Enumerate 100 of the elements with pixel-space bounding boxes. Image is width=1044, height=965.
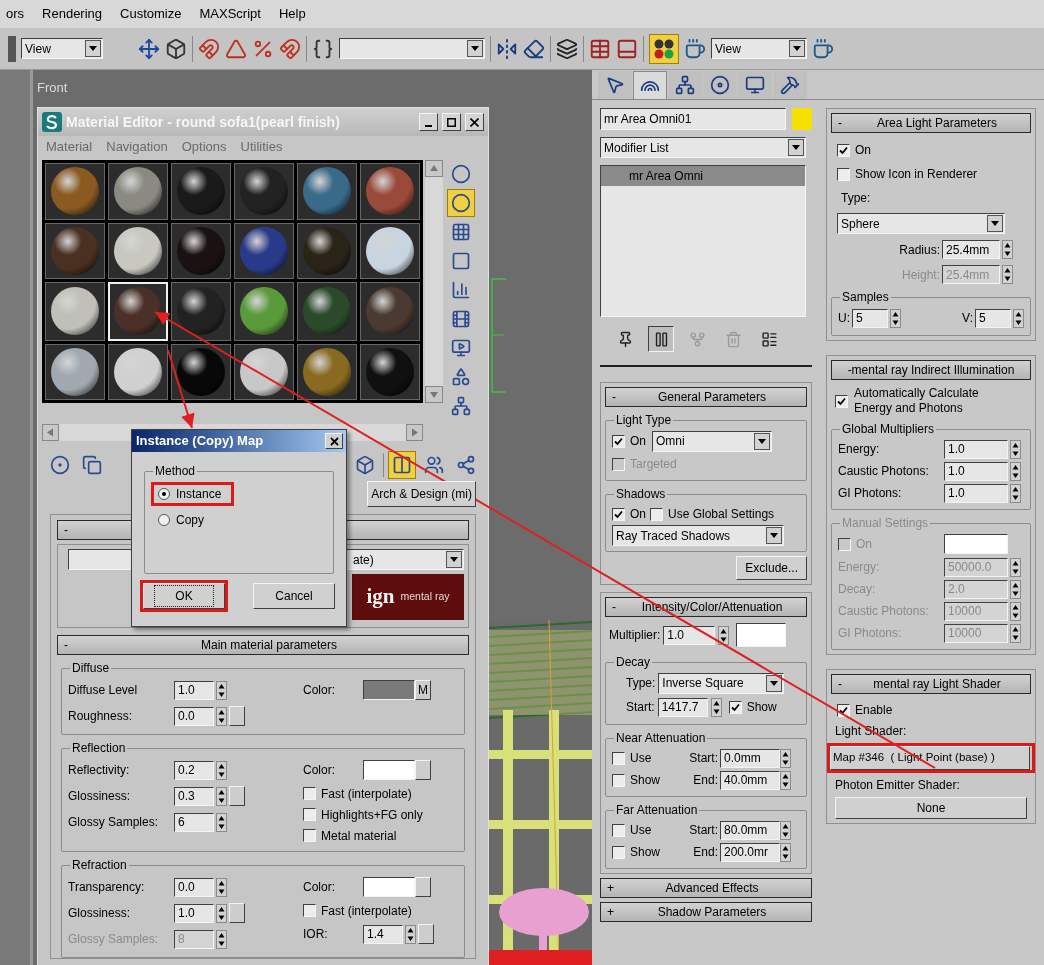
map-button[interactable]	[229, 706, 245, 726]
number-field[interactable]: 80.0mm	[720, 820, 780, 840]
scroll-left-icon[interactable]	[42, 424, 59, 441]
close-button[interactable]	[465, 113, 484, 131]
checkbox[interactable]	[650, 507, 663, 521]
checkbox[interactable]	[303, 787, 316, 800]
spinner[interactable]	[780, 748, 791, 768]
material-type-button[interactable]: Arch & Design (mi)	[367, 481, 476, 507]
map-button[interactable]	[415, 760, 431, 780]
checkbox[interactable]	[612, 751, 625, 765]
menu-item[interactable]: ors	[6, 4, 25, 24]
material-slot[interactable]	[297, 163, 357, 220]
checkbox[interactable]	[612, 845, 625, 859]
layers-icon[interactable]	[556, 37, 578, 60]
checkbox[interactable]	[303, 808, 316, 821]
material-slot[interactable]	[171, 222, 231, 279]
checkbox[interactable]	[728, 700, 742, 714]
spinner[interactable]	[216, 760, 227, 780]
name-field[interactable]: mr Area Omni01	[600, 108, 786, 130]
spinner[interactable]	[1010, 623, 1021, 643]
tool-button[interactable]	[447, 189, 475, 217]
material-editor-button[interactable]	[649, 33, 679, 64]
spinner[interactable]	[1002, 265, 1013, 284]
material-slot[interactable]	[234, 163, 294, 220]
panel-tab[interactable]	[703, 71, 737, 99]
number-field[interactable]: 25.4mm	[942, 240, 1000, 259]
material-slot[interactable]	[297, 282, 357, 341]
number-field[interactable]: 5	[852, 308, 888, 328]
spinner[interactable]	[1010, 557, 1021, 577]
material-slot[interactable]	[45, 282, 105, 341]
material-slot[interactable]	[108, 222, 168, 279]
material-slot[interactable]	[108, 343, 168, 400]
number-field[interactable]: 6	[174, 812, 214, 832]
mirror-icon[interactable]	[496, 37, 518, 60]
spinner[interactable]	[890, 308, 901, 328]
spinner[interactable]	[405, 924, 416, 944]
material-slot[interactable]	[360, 222, 420, 279]
material-slot[interactable]	[234, 222, 294, 279]
map-button[interactable]	[229, 903, 245, 923]
spinner[interactable]	[1010, 483, 1021, 503]
menu-item[interactable]: Help	[278, 4, 306, 24]
spinner[interactable]	[216, 680, 227, 700]
checkbox[interactable]	[303, 904, 316, 917]
dropdown[interactable]: View	[21, 38, 103, 59]
number-field[interactable]: 1.4	[363, 924, 403, 944]
dropdown[interactable]: Omni	[652, 430, 772, 452]
checkbox[interactable]	[612, 507, 625, 521]
number-field[interactable]: 40.0mm	[720, 770, 780, 790]
checkbox[interactable]	[612, 434, 625, 448]
magnet-icon[interactable]	[279, 37, 301, 60]
number-field[interactable]: 0.2	[174, 760, 214, 780]
menu-item[interactable]: MAXScript	[199, 4, 261, 24]
panel-tab[interactable]	[598, 71, 632, 99]
spinner[interactable]	[1010, 461, 1021, 481]
spinner[interactable]	[216, 812, 227, 832]
spinner[interactable]	[780, 842, 791, 862]
number-field[interactable]: 1.0	[663, 625, 716, 645]
number-field[interactable]: 0.0	[174, 877, 214, 897]
map-button[interactable]: M	[415, 680, 431, 700]
dropdown[interactable]: View	[711, 38, 807, 59]
scroll-up-icon[interactable]	[425, 160, 443, 177]
material-slot[interactable]	[297, 222, 357, 279]
panel-tab[interactable]	[668, 71, 702, 99]
map-button[interactable]	[229, 786, 245, 806]
close-button[interactable]	[325, 433, 343, 449]
number-field[interactable]: 1.0	[174, 680, 214, 700]
material-slot[interactable]	[45, 222, 105, 279]
color-swatch[interactable]	[363, 877, 415, 897]
material-slot[interactable]	[171, 163, 231, 220]
number-field[interactable]: 0.3	[174, 786, 214, 806]
box-icon[interactable]	[165, 37, 187, 60]
spinner[interactable]	[216, 786, 227, 806]
spinner[interactable]	[1010, 439, 1021, 459]
spinner[interactable]	[1010, 601, 1021, 621]
tool-button[interactable]	[388, 451, 416, 479]
magnet-icon[interactable]	[198, 37, 220, 60]
spinner[interactable]	[216, 706, 227, 726]
move-icon[interactable]	[138, 37, 160, 60]
radio-button[interactable]	[158, 514, 170, 526]
exclude-button[interactable]: Exclude...	[736, 556, 807, 580]
stack-item[interactable]: mr Area Omni	[601, 166, 805, 186]
radio-button[interactable]	[158, 488, 170, 500]
color-swatch[interactable]	[363, 760, 415, 780]
rollout-header[interactable]: - General Parameters	[605, 387, 807, 407]
spinner[interactable]	[1013, 308, 1024, 328]
spinner[interactable]	[216, 877, 227, 897]
number-field[interactable]: 200.0mr	[720, 842, 780, 862]
rollout-header[interactable]: - mental ray Light Shader	[831, 674, 1031, 694]
scroll-right-icon[interactable]	[406, 424, 423, 441]
dropdown[interactable]: Sphere	[837, 213, 1005, 234]
number-field[interactable]: 0.0mm	[720, 748, 780, 768]
eraser-icon[interactable]	[523, 37, 545, 60]
map-button[interactable]	[418, 924, 434, 944]
rollout-header[interactable]: + Advanced Effects	[600, 878, 812, 898]
color-swatch[interactable]	[792, 108, 812, 130]
shader-button[interactable]: None	[835, 797, 1027, 819]
spinner[interactable]	[780, 770, 791, 790]
material-slot[interactable]	[234, 343, 294, 400]
spinner[interactable]	[216, 903, 227, 923]
selection-set-dropdown[interactable]	[339, 38, 485, 59]
